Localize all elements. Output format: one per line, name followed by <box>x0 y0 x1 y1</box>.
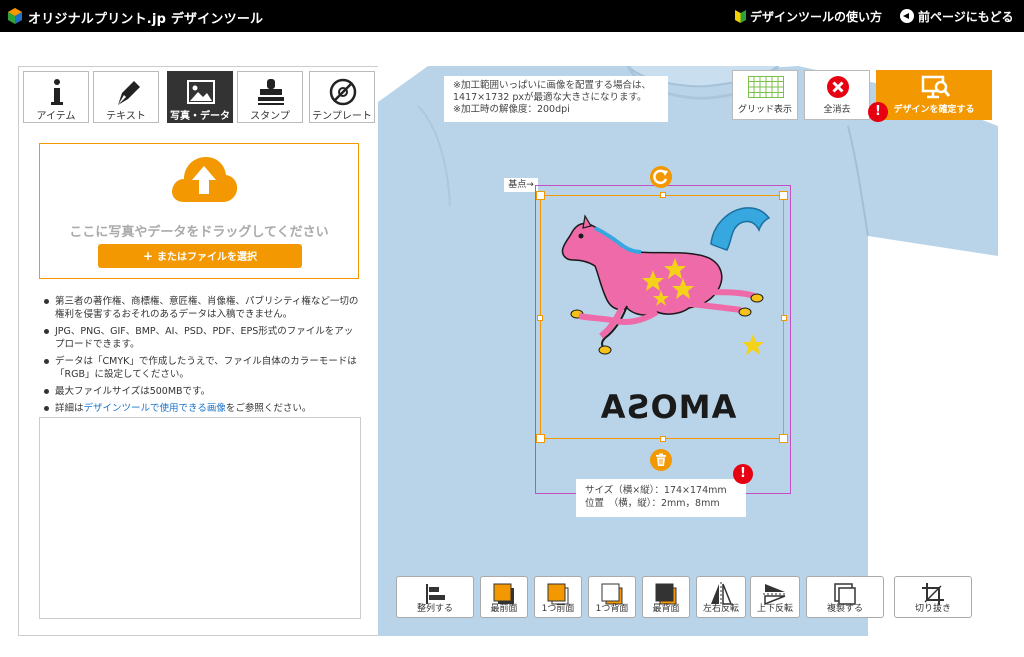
note-text: 詳細は <box>55 403 84 414</box>
send-to-back-button[interactable]: 最背面 <box>642 576 690 618</box>
list-item: 最大ファイルサイズは500MBです。 <box>41 385 361 398</box>
tab-label: テンプレート <box>312 111 372 122</box>
flip-vertical-button[interactable]: 上下反転 <box>750 576 800 618</box>
position-readout: 位置 （横，縦）：2mm，8mm <box>585 498 720 509</box>
send-backward-label: 1つ背面 <box>595 604 629 614</box>
size-position-info: サイズ（横×縦）：174×174mm 位置 （横，縦）：2mm，8mm <box>576 479 746 517</box>
list-item: JPG、PNG、GIF、BMP、AI、PSD、PDF、EPS形式のファイルをアッ… <box>41 325 361 351</box>
stamp-icon <box>258 79 284 105</box>
duplicate-label: 複製する <box>826 604 863 614</box>
bring-to-front-label: 最前面 <box>490 604 518 614</box>
list-item: 第三者の著作権、商標権、意匠権、肖像権、パブリシティ権など一切の権利を侵害するお… <box>41 295 361 321</box>
upload-dropzone[interactable]: ここに写真やデータをドラッグしてください + またはファイルを選択 <box>39 143 359 279</box>
back-arrow-icon <box>900 9 914 23</box>
guide-link-label: デザインツールの使い方 <box>750 10 883 24</box>
select-file-button[interactable]: + またはファイルを選択 <box>98 244 302 268</box>
bring-to-front-button[interactable]: 最前面 <box>480 576 528 618</box>
back-link[interactable]: 前ページにもどる <box>900 8 1014 25</box>
top-bar: オリジナルプリント.jp デザインツール デザインツールの使い方 前ページにもど… <box>0 0 1024 32</box>
resize-handle-bottom-left[interactable] <box>536 434 545 443</box>
resize-handle-top[interactable] <box>660 192 666 198</box>
tab-item[interactable]: アイテム <box>23 71 89 123</box>
usable-images-link[interactable]: デザインツールで使用できる画像 <box>84 403 226 414</box>
tab-photo-data[interactable]: 写真・データ <box>167 71 233 123</box>
trash-icon <box>656 453 666 466</box>
tab-stamp[interactable]: スタンプ <box>237 71 303 123</box>
resize-handle-left[interactable] <box>537 315 543 321</box>
cloud-upload-icon <box>172 157 238 202</box>
delete-handle[interactable] <box>650 449 672 471</box>
info-line: 1417×1732 pxが最適な大きさになります。 <box>453 92 647 103</box>
bring-forward-button[interactable]: 1つ前面 <box>534 576 582 618</box>
crop-label: 切り抜き <box>914 604 951 614</box>
basepoint-label: 基点→ <box>504 178 538 192</box>
resize-handle-top-right[interactable] <box>779 191 788 200</box>
tab-label: 写真・データ <box>170 111 230 122</box>
grid-toggle-button[interactable]: グリッド表示 <box>732 70 798 120</box>
align-label: 整列する <box>416 604 453 614</box>
clear-all-label: 全消去 <box>823 105 851 115</box>
tab-label: テキスト <box>106 111 146 122</box>
dropzone-text: ここに写真やデータをドラッグしてください <box>69 225 329 240</box>
rotate-icon <box>653 169 668 185</box>
design-canvas[interactable]: ※加工範囲いっぱいに画像を配置する場合は、 1417×1732 pxが最適な大き… <box>378 66 998 636</box>
back-link-label: 前ページにもどる <box>918 10 1014 24</box>
send-to-back-label: 最背面 <box>652 604 680 614</box>
size-readout: サイズ（横×縦）：174×174mm <box>585 485 727 496</box>
resize-handle-right[interactable] <box>781 315 787 321</box>
flip-horizontal-label: 左右反転 <box>702 604 739 614</box>
print-area-info: ※加工範囲いっぱいに画像を配置する場合は、 1417×1732 pxが最適な大き… <box>444 76 668 122</box>
uploaded-images-list[interactable] <box>39 417 361 619</box>
grid-icon <box>748 76 784 98</box>
resize-handle-bottom[interactable] <box>660 436 666 442</box>
crop-button[interactable]: 切り抜き <box>894 576 972 618</box>
list-item: 詳細はデザインツールで使用できる画像をご参照ください。 <box>41 402 361 415</box>
grid-label: グリッド表示 <box>737 105 792 115</box>
note-text: をご参照ください。 <box>225 403 312 414</box>
align-button[interactable]: 整列する <box>396 576 474 618</box>
confirm-design-button[interactable]: デザインを確定する <box>876 70 992 120</box>
bring-forward-label: 1つ前面 <box>541 604 575 614</box>
duplicate-button[interactable]: 複製する <box>806 576 884 618</box>
tab-text[interactable]: テキスト <box>93 71 159 123</box>
flip-horizontal-button[interactable]: 左右反転 <box>696 576 746 618</box>
confirm-design-label: デザインを確定する <box>893 105 975 115</box>
info-line: ※加工範囲いっぱいに画像を配置する場合は、 <box>453 80 651 91</box>
alert-icon: ! <box>733 464 753 484</box>
selection-box[interactable] <box>536 191 788 443</box>
beginner-mark-icon <box>735 10 746 23</box>
image-icon <box>187 80 215 104</box>
app-title: オリジナルプリント.jp デザインツール <box>28 12 264 27</box>
tab-label: アイテム <box>36 111 76 122</box>
plus-icon: + <box>142 249 154 263</box>
left-panel: アイテム テキスト 写真・データ スタンプ テンプレート ここに写真やデータをド… <box>18 66 380 636</box>
tab-label: スタンプ <box>250 111 290 122</box>
info-line: ※加工時の解像度：200dpi <box>453 104 570 115</box>
guide-link[interactable]: デザインツールの使い方 <box>735 8 882 25</box>
monitor-search-icon <box>921 75 951 99</box>
tab-template[interactable]: テンプレート <box>309 71 375 123</box>
upload-notes: 第三者の著作権、商標権、意匠権、肖像権、パブリシティ権など一切の権利を侵害するお… <box>41 295 361 419</box>
clear-all-button[interactable]: 全消去 <box>804 70 870 120</box>
flip-vertical-label: 上下反転 <box>756 604 793 614</box>
resize-handle-bottom-right[interactable] <box>779 434 788 443</box>
logo-icon <box>8 8 22 24</box>
select-file-label: またはファイルを選択 <box>157 252 258 263</box>
close-icon <box>827 76 849 98</box>
send-backward-button[interactable]: 1つ背面 <box>588 576 636 618</box>
alert-icon: ! <box>868 102 888 122</box>
list-item: データは「CMYK」で作成したうえで、ファイル自体のカラーモードは「RGB」に設… <box>41 355 361 381</box>
pen-icon <box>118 81 140 105</box>
rotate-handle[interactable] <box>650 166 672 188</box>
template-icon <box>329 78 357 106</box>
resize-handle-top-left[interactable] <box>536 191 545 200</box>
info-icon <box>51 79 63 105</box>
